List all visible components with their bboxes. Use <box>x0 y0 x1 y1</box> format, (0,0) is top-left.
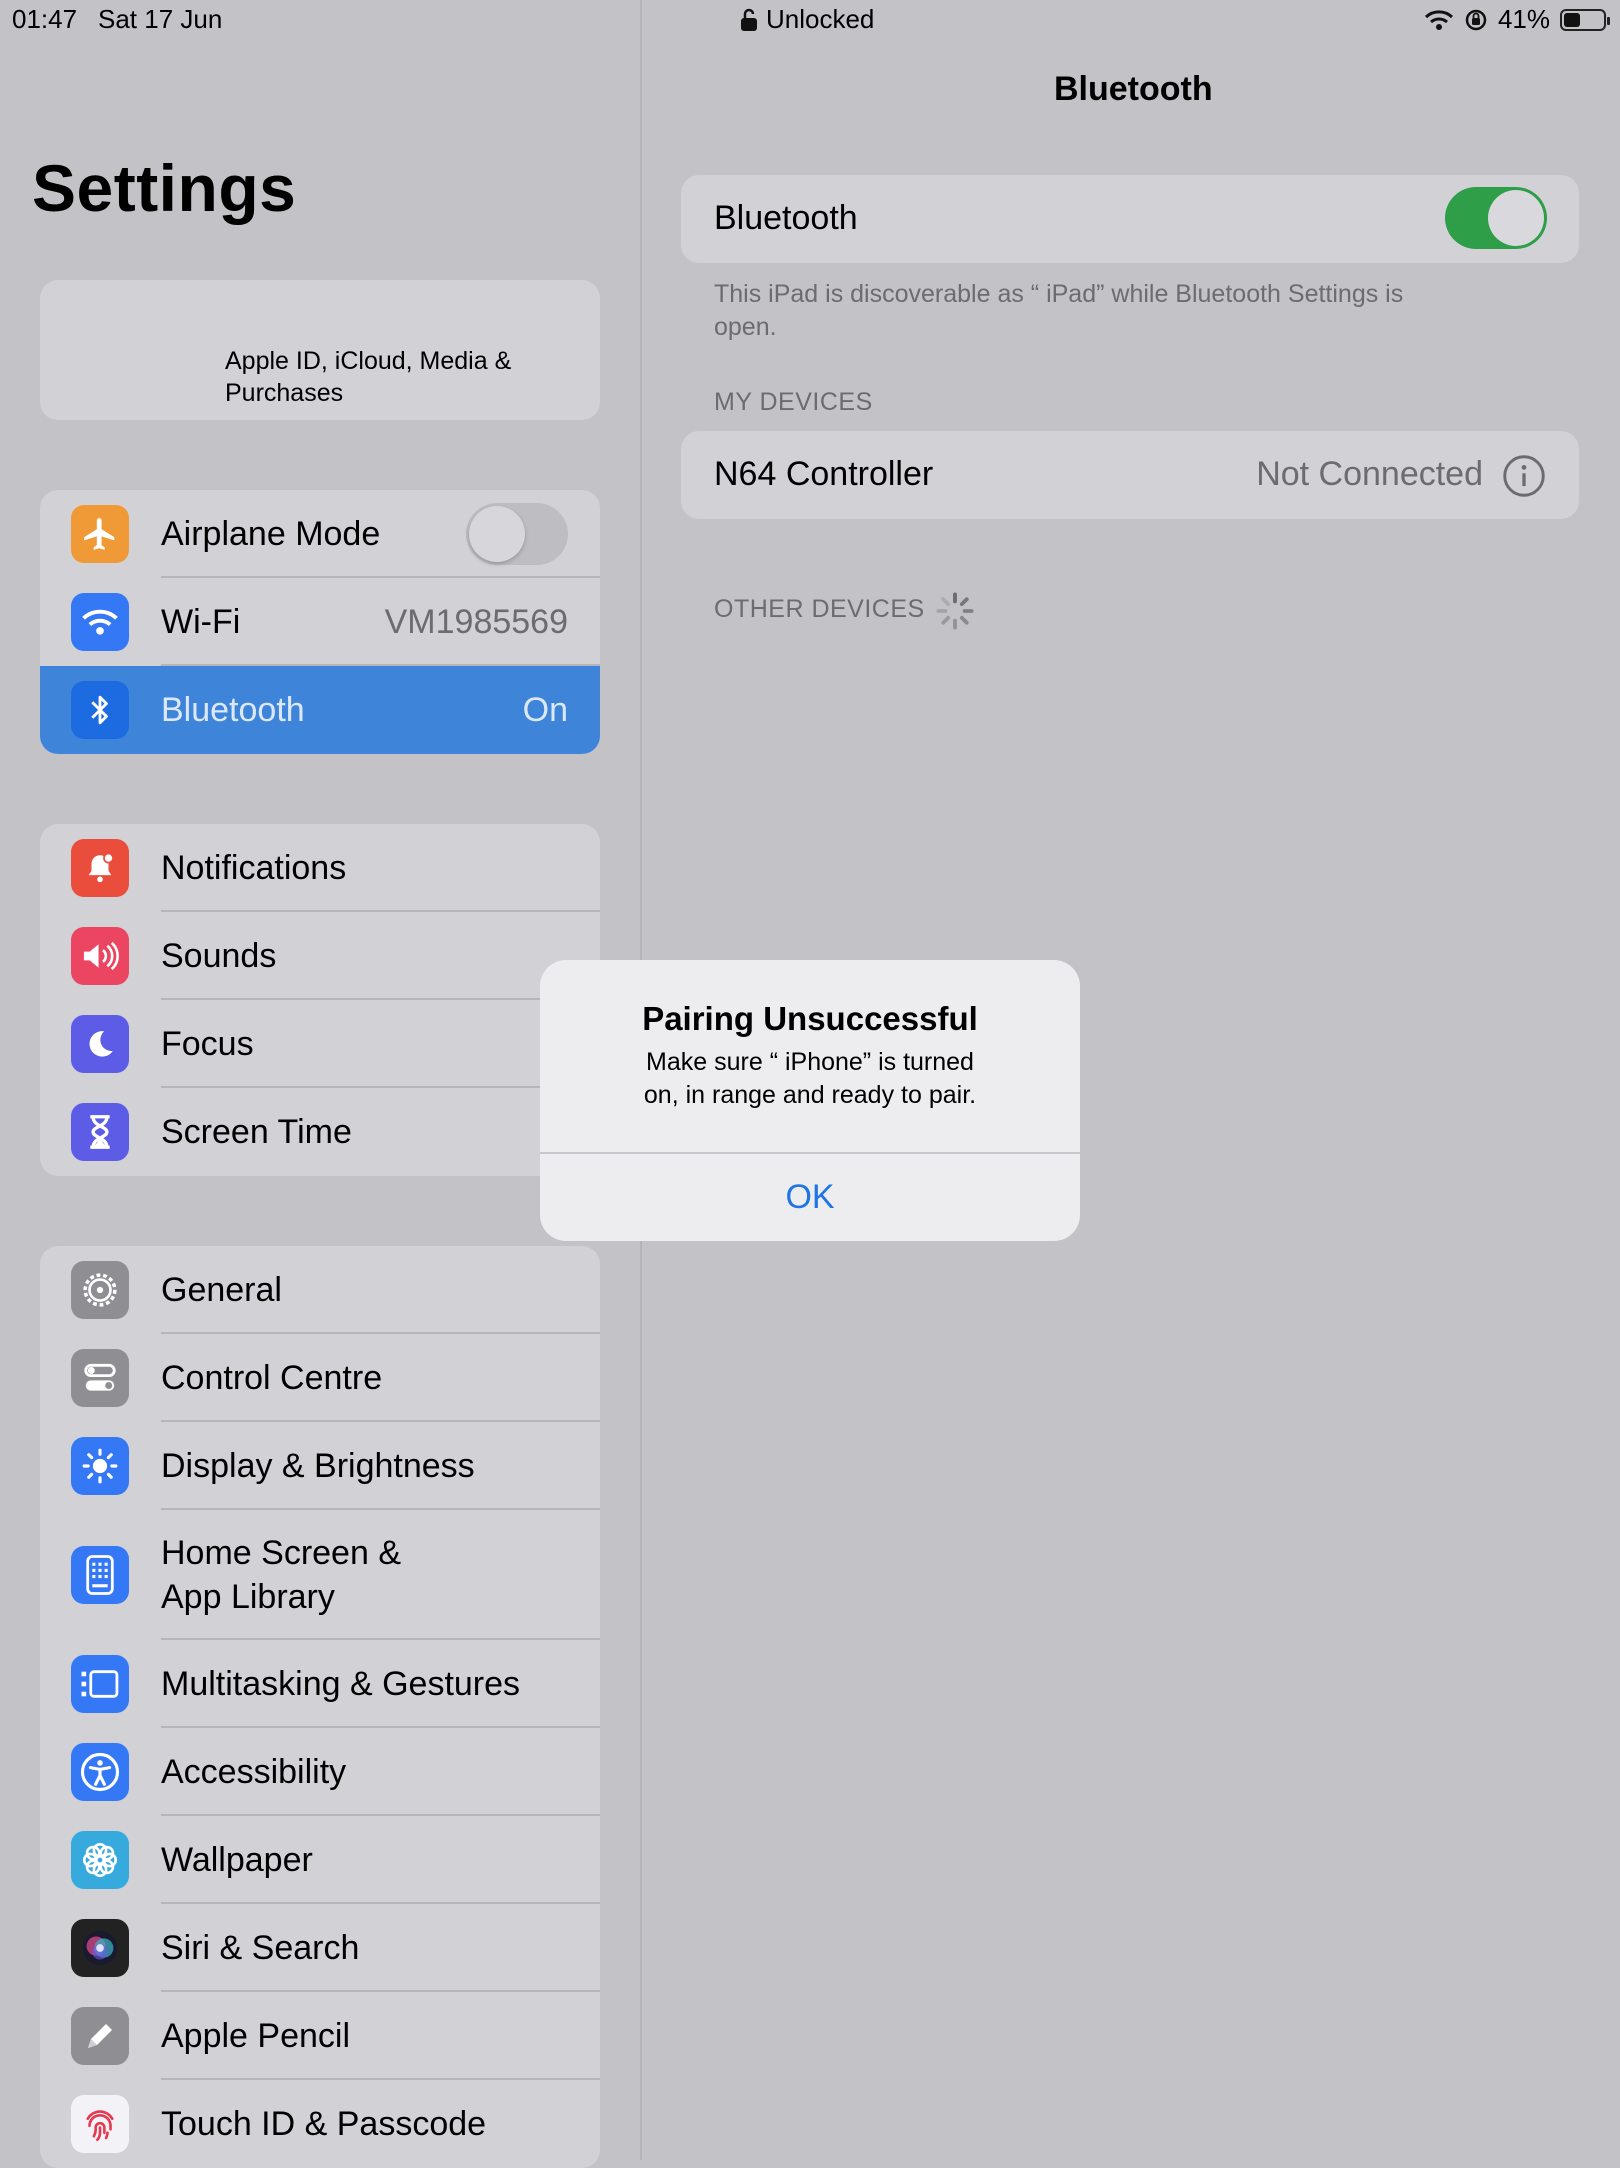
sidebar-item-sounds[interactable]: Sounds <box>40 912 600 1000</box>
sidebar-item-accessibility[interactable]: Accessibility <box>40 1728 600 1816</box>
sidebar-item-label: Control Centre <box>161 1358 383 1397</box>
alert-ok-button[interactable]: OK <box>540 1154 1080 1241</box>
battery-fill <box>1564 12 1580 27</box>
my-devices-header: MY DEVICES <box>714 388 873 416</box>
airplane-icon <box>71 505 129 563</box>
sidebar-item-notifications[interactable]: Notifications <box>40 824 600 912</box>
info-icon[interactable] <box>1502 454 1546 503</box>
discoverable-note-line2: open. <box>714 313 777 341</box>
bluetooth-status-value: On <box>522 690 568 729</box>
device-name: N64 Controller <box>714 455 934 493</box>
sidebar-item-label: Wallpaper <box>161 1840 313 1879</box>
pencil-icon <box>71 2007 129 2065</box>
device-status: Not Connected <box>1256 455 1483 493</box>
gear-icon <box>71 1261 129 1319</box>
apple-id-card[interactable]: Apple ID, iCloud, Media & Purchases <box>40 280 600 420</box>
alert-message-line2: on, in range and ready to pair. <box>643 1081 977 1109</box>
sidebar-item-label: Accessibility <box>161 1752 347 1791</box>
page-title: Settings <box>32 151 297 225</box>
padlock-open-icon <box>741 8 757 31</box>
sidebar-item-wifi[interactable]: Wi-Fi VM1985569 <box>40 578 600 666</box>
moon-icon <box>71 1015 129 1073</box>
device-row[interactable]: N64 Controller Not Connected <box>681 431 1579 519</box>
switches-icon <box>71 1349 129 1407</box>
discoverable-note: This iPad is discoverable as “ iPad” whi… <box>714 278 1554 344</box>
home-grid-icon <box>71 1546 129 1604</box>
sidebar-item-screen-time[interactable]: Screen Time <box>40 1088 600 1176</box>
sidebar-item-label: Siri & Search <box>161 1928 360 1967</box>
loading-spinner-icon <box>936 592 974 630</box>
flower-icon <box>71 1831 129 1889</box>
alert-title: Pairing Unsuccessful <box>642 1000 978 1037</box>
sidebar-item-label: Screen Time <box>161 1112 352 1151</box>
accessibility-icon <box>71 1743 129 1801</box>
sidebar-item-label: Apple Pencil <box>161 2016 351 2055</box>
bluetooth-icon <box>71 681 129 739</box>
battery-percent: 41% <box>1497 4 1550 34</box>
connectivity-group: Airplane Mode Wi-Fi VM1985569 Bluetooth … <box>40 490 600 754</box>
multitasking-icon <box>71 1655 129 1713</box>
sun-icon <box>71 1437 129 1495</box>
sidebar-item-control-centre[interactable]: Control Centre <box>40 1334 600 1422</box>
lock-status: Unlocked <box>740 4 874 35</box>
battery-icon <box>1560 8 1610 31</box>
airplane-mode-toggle[interactable] <box>466 503 568 565</box>
sidebar-item-airplane-mode[interactable]: Airplane Mode <box>40 490 600 578</box>
general-group: General Control Centre Display & Brightn… <box>40 1246 600 2168</box>
bell-icon <box>71 839 129 897</box>
sidebar-item-general[interactable]: General <box>40 1246 600 1334</box>
speaker-icon <box>71 927 129 985</box>
sidebar-item-label: Wi-Fi <box>161 602 241 641</box>
alert-message-line1: Make sure “ iPhone” is turned <box>646 1048 974 1076</box>
sidebar-item-label: Airplane Mode <box>161 514 381 553</box>
sidebar-item-display-brightness[interactable]: Display & Brightness <box>40 1422 600 1510</box>
sidebar-item-label: General <box>161 1270 282 1309</box>
sidebar-item-label: Display & Brightness <box>161 1446 475 1485</box>
detail-nav-title: Bluetooth <box>1054 70 1213 108</box>
sidebar-item-home-screen[interactable]: Home Screen & App Library <box>40 1510 600 1640</box>
sidebar-item-label-line1: Home Screen & <box>161 1534 401 1572</box>
status-right: 41% <box>1424 4 1610 35</box>
toggle-knob <box>469 506 525 562</box>
lock-status-text: Unlocked <box>766 4 875 34</box>
sidebar-item-label: Home Screen & App Library <box>161 1531 401 1619</box>
sidebar-item-label: Bluetooth <box>161 690 305 729</box>
sidebar-item-label: Notifications <box>161 848 347 887</box>
discoverable-note-line1: This iPad is discoverable as “ iPad” whi… <box>714 280 1404 308</box>
sidebar-item-focus[interactable]: Focus <box>40 1000 600 1088</box>
sidebar-item-bluetooth[interactable]: Bluetooth On <box>40 666 600 754</box>
sidebar-item-label: Multitasking & Gestures <box>161 1664 521 1703</box>
alert-message: Make sure “ iPhone” is turned on, in ran… <box>570 1046 1050 1112</box>
bluetooth-toggle[interactable] <box>1445 187 1547 249</box>
sidebar-item-label: Focus <box>161 1024 254 1063</box>
sidebar-item-apple-pencil[interactable]: Apple Pencil <box>40 1992 600 2080</box>
apple-id-subtitle: Apple ID, iCloud, Media & Purchases <box>225 347 512 407</box>
sidebar-item-label: Touch ID & Passcode <box>161 2104 487 2143</box>
orientation-lock-icon <box>1465 9 1487 30</box>
sidebar-item-label-line2: App Library <box>161 1578 335 1616</box>
fingerprint-icon <box>71 2095 129 2153</box>
siri-icon <box>71 1919 129 1977</box>
sidebar-item-multitasking[interactable]: Multitasking & Gestures <box>40 1640 600 1728</box>
toggle-knob <box>1488 190 1544 246</box>
notifications-group: Notifications Sounds Focus Screen Time <box>40 824 600 1176</box>
bluetooth-toggle-label: Bluetooth <box>714 199 858 237</box>
sidebar-item-label: Sounds <box>161 936 277 975</box>
bluetooth-toggle-row: Bluetooth <box>681 175 1579 263</box>
hourglass-icon <box>71 1103 129 1161</box>
pairing-alert: Pairing Unsuccessful Make sure “ iPhone”… <box>540 960 1080 1241</box>
sidebar-item-siri-search[interactable]: Siri & Search <box>40 1904 600 1992</box>
other-devices-header: OTHER DEVICES <box>714 595 925 623</box>
wifi-network-name: VM1985569 <box>384 602 568 641</box>
sidebar-item-touch-id[interactable]: Touch ID & Passcode <box>40 2080 600 2168</box>
wifi-icon <box>71 593 129 651</box>
sidebar-item-wallpaper[interactable]: Wallpaper <box>40 1816 600 1904</box>
wifi-status-icon <box>1424 9 1453 30</box>
